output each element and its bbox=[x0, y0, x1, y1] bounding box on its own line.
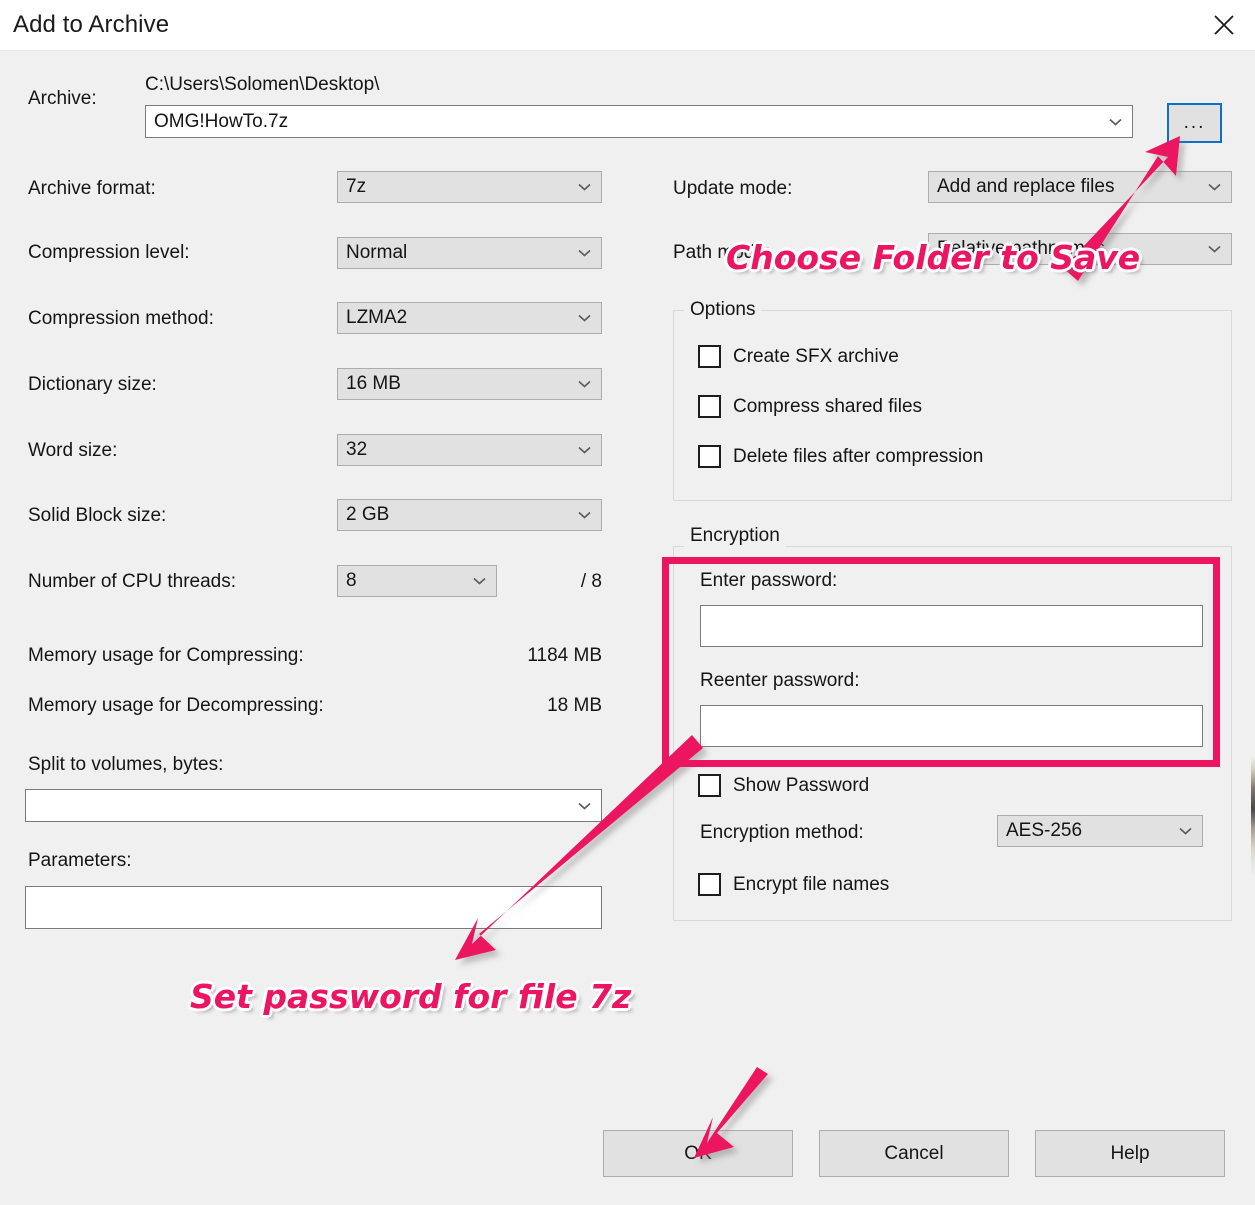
solid-block-size-value: 2 GB bbox=[346, 504, 390, 525]
compression-method-label: Compression method: bbox=[28, 308, 214, 329]
dictionary-size-value: 16 MB bbox=[346, 373, 401, 394]
checkbox-create-sfx-archive[interactable]: Create SFX archive bbox=[698, 345, 899, 368]
checkbox-show-password[interactable]: Show Password bbox=[698, 774, 869, 797]
title-bar: Add to Archive bbox=[0, 0, 1255, 51]
browse-folder-button[interactable]: ... bbox=[1167, 103, 1222, 143]
checkbox-label: Show Password bbox=[733, 774, 870, 796]
archive-name-input[interactable]: OMG!HowTo.7z bbox=[146, 111, 1098, 133]
archive-name-combo[interactable]: OMG!HowTo.7z bbox=[145, 105, 1133, 138]
chevron-down-icon[interactable] bbox=[1197, 183, 1231, 191]
checkbox-label: Encrypt file names bbox=[733, 873, 890, 895]
checkbox-label: Create SFX archive bbox=[733, 345, 899, 367]
chevron-down-icon[interactable] bbox=[1168, 827, 1202, 835]
help-button[interactable]: Help bbox=[1035, 1130, 1225, 1177]
archive-format-combo[interactable]: 7z bbox=[337, 171, 602, 203]
checkbox-box[interactable] bbox=[698, 873, 721, 896]
compression-level-combo[interactable]: Normal bbox=[337, 237, 602, 269]
update-mode-combo[interactable]: Add and replace files bbox=[928, 171, 1232, 203]
compression-method-value: LZMA2 bbox=[346, 307, 408, 328]
chevron-down-icon[interactable] bbox=[567, 249, 601, 257]
chevron-down-icon[interactable] bbox=[462, 577, 496, 585]
close-icon[interactable] bbox=[1193, 0, 1255, 50]
chevron-down-icon[interactable] bbox=[567, 314, 601, 322]
parameters-input[interactable] bbox=[25, 886, 602, 929]
edge-artifact bbox=[1251, 755, 1255, 875]
chevron-down-icon[interactable] bbox=[1197, 245, 1231, 253]
split-volumes-combo[interactable] bbox=[25, 789, 602, 822]
archive-format-label: Archive format: bbox=[28, 178, 156, 199]
memory-compressing-value: 1184 MB bbox=[527, 645, 602, 666]
checkbox-encrypt-file-names[interactable]: Encrypt file names bbox=[698, 873, 889, 896]
word-size-label: Word size: bbox=[28, 440, 118, 461]
solid-block-size-combo[interactable]: 2 GB bbox=[337, 499, 602, 531]
window-title: Add to Archive bbox=[13, 11, 170, 38]
cpu-threads-combo[interactable]: 8 bbox=[337, 565, 497, 597]
encryption-method-value: AES-256 bbox=[1006, 820, 1083, 841]
update-mode-value: Add and replace files bbox=[937, 176, 1115, 197]
checkbox-delete-files-after-compression[interactable]: Delete files after compression bbox=[698, 445, 983, 468]
cancel-button[interactable]: Cancel bbox=[819, 1130, 1009, 1177]
add-to-archive-dialog: Add to Archive Archive: C:\Users\Solomen… bbox=[0, 0, 1255, 1205]
update-mode-label: Update mode: bbox=[673, 178, 793, 199]
options-group-title: Options bbox=[684, 299, 762, 321]
dictionary-size-combo[interactable]: 16 MB bbox=[337, 368, 602, 400]
annotation-choose-folder: Choose Folder to Save bbox=[726, 238, 1141, 277]
chevron-down-icon[interactable] bbox=[567, 446, 601, 454]
archive-format-value: 7z bbox=[346, 176, 367, 197]
solid-block-size-label: Solid Block size: bbox=[28, 505, 167, 526]
chevron-down-icon[interactable] bbox=[567, 380, 601, 388]
parameters-label: Parameters: bbox=[28, 850, 132, 871]
checkbox-box[interactable] bbox=[698, 345, 721, 368]
memory-decompressing-label: Memory usage for Decompressing: bbox=[28, 695, 324, 716]
chevron-down-icon[interactable] bbox=[567, 183, 601, 191]
encryption-method-label: Encryption method: bbox=[700, 822, 864, 843]
checkbox-box[interactable] bbox=[698, 774, 721, 797]
checkbox-box[interactable] bbox=[698, 445, 721, 468]
memory-compressing-label: Memory usage for Compressing: bbox=[28, 645, 304, 666]
ok-button[interactable]: OK bbox=[603, 1130, 793, 1177]
compression-level-label: Compression level: bbox=[28, 242, 190, 263]
dictionary-size-label: Dictionary size: bbox=[28, 374, 157, 395]
split-volumes-label: Split to volumes, bytes: bbox=[28, 754, 224, 775]
compression-level-value: Normal bbox=[346, 242, 408, 263]
cpu-threads-label: Number of CPU threads: bbox=[28, 571, 237, 592]
checkbox-label: Compress shared files bbox=[733, 395, 923, 417]
archive-path-text: C:\Users\Solomen\Desktop\ bbox=[145, 74, 380, 95]
word-size-value: 32 bbox=[346, 439, 368, 460]
word-size-combo[interactable]: 32 bbox=[337, 434, 602, 466]
encryption-password-highlight bbox=[662, 557, 1220, 767]
chevron-down-icon[interactable] bbox=[1098, 118, 1132, 126]
chevron-down-icon[interactable] bbox=[567, 802, 601, 810]
compression-method-combo[interactable]: LZMA2 bbox=[337, 302, 602, 334]
memory-decompressing-value: 18 MB bbox=[547, 695, 602, 716]
cpu-threads-max: / 8 bbox=[580, 571, 602, 592]
checkbox-compress-shared-files[interactable]: Compress shared files bbox=[698, 395, 922, 418]
encryption-method-combo[interactable]: AES-256 bbox=[997, 815, 1203, 847]
encryption-group-title: Encryption bbox=[684, 525, 786, 547]
annotation-set-password: Set password for file 7z bbox=[190, 977, 632, 1016]
cpu-threads-value: 8 bbox=[346, 570, 357, 591]
archive-label: Archive: bbox=[28, 88, 97, 109]
checkbox-label: Delete files after compression bbox=[733, 445, 984, 467]
checkbox-box[interactable] bbox=[698, 395, 721, 418]
chevron-down-icon[interactable] bbox=[567, 511, 601, 519]
